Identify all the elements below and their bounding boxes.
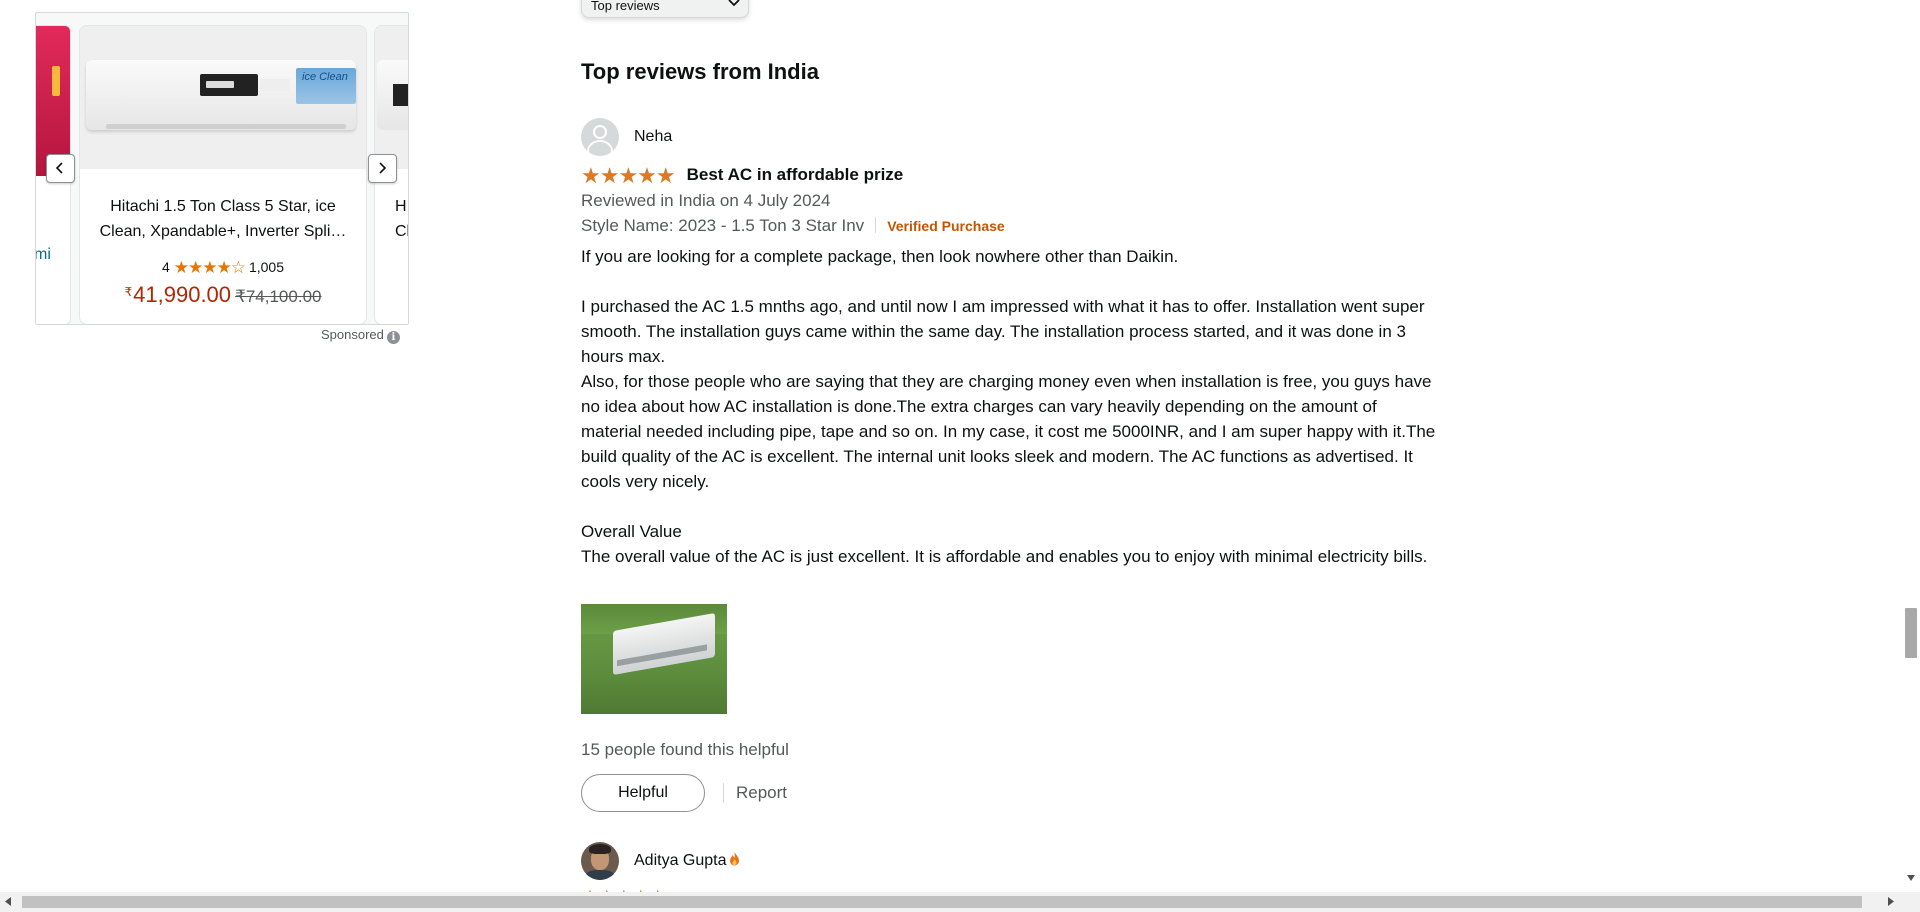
rating-value: 4: [161, 259, 170, 275]
review-title[interactable]: Best AC in affordable prize: [687, 165, 904, 184]
review-paragraph: Overall Value: [581, 522, 682, 541]
review-rating-line: ★★★★★ Best AC in affordable prize: [581, 163, 903, 189]
list-price: ₹74,100.00: [235, 287, 322, 306]
vertical-scrollbar[interactable]: [1902, 0, 1920, 892]
report-link[interactable]: Report: [736, 783, 787, 803]
product-rating[interactable]: 4 ★★★★☆ 1,005: [80, 258, 366, 278]
currency-symbol: ₹: [124, 285, 133, 299]
sort-selected-value: Top reviews: [591, 0, 660, 13]
product-title[interactable]: Hitachi 1.5 Ton Class 5 Star, ice Clean,…: [86, 194, 360, 244]
scroll-right-arrow-icon[interactable]: [1888, 897, 1894, 906]
flame-icon: [729, 852, 739, 866]
sponsored-text: Sponsored: [321, 327, 384, 342]
divider: [875, 217, 877, 233]
review-paragraph: Also, for those people who are saying th…: [581, 372, 1436, 491]
chevron-down-icon: [728, 0, 740, 7]
review-variant-info: Style Name: 2023 - 1.5 Ton 3 Star Inv Ver…: [581, 216, 1005, 236]
helpful-button[interactable]: Helpful: [581, 774, 705, 812]
scrollbar-thumb[interactable]: [1905, 608, 1917, 658]
product-price: ₹41,990.00 ₹74,100.00: [80, 282, 366, 308]
scroll-down-arrow-icon[interactable]: [1907, 875, 1915, 881]
info-icon[interactable]: i: [386, 331, 400, 344]
review-paragraph: If you are looking for a complete packag…: [581, 247, 1179, 266]
section-title: Top reviews from India: [581, 59, 819, 84]
product-image[interactable]: ice Clean: [80, 26, 366, 169]
carousel-frame: mi ice Clean Hitachi 1.5 Ton Class 5 Sta…: [35, 12, 409, 325]
avatar[interactable]: [581, 118, 619, 156]
scrollbar-thumb[interactable]: [22, 896, 1862, 908]
product-card[interactable]: ice Clean Hitachi 1.5 Ton Class 5 Star, …: [79, 25, 367, 324]
helpful-count: 15 people found this helpful: [581, 740, 789, 759]
sort-reviews-dropdown[interactable]: Top reviews: [581, 0, 749, 18]
carousel-next-button[interactable]: [368, 154, 397, 183]
review-paragraph: The overall value of the AC is just exce…: [581, 547, 1428, 566]
reviewer-name[interactable]: Neha: [634, 128, 672, 146]
next-title-line1: H: [395, 198, 407, 215]
chevron-left-icon: [55, 162, 63, 174]
scroll-left-arrow-icon[interactable]: [5, 897, 11, 906]
price-value: 41,990.00: [133, 282, 232, 307]
review-body: If you are looking for a complete packag…: [581, 244, 1441, 569]
style-name: Style Name: 2023 - 1.5 Ton 3 Star Inv: [581, 216, 865, 235]
ice-clean-badge: ice Clean: [296, 68, 356, 104]
review-image-thumbnail[interactable]: [581, 604, 727, 714]
reviewer-name-text: Aditya Gupta: [634, 852, 727, 869]
divider: [723, 783, 724, 803]
horizontal-scrollbar[interactable]: [0, 892, 1920, 912]
reviewer-name[interactable]: Aditya Gupta: [634, 852, 740, 870]
verified-purchase-badge[interactable]: Verified Purchase: [887, 218, 1005, 234]
review-date: Reviewed in India on 4 July 2024: [581, 191, 831, 210]
next-product-title-fragment: H Cle: [395, 194, 408, 244]
review-paragraph: I purchased the AC 1.5 mnths ago, and un…: [581, 297, 1425, 366]
avatar[interactable]: [581, 842, 619, 880]
star-rating-icon[interactable]: ★★★★★: [581, 163, 676, 189]
star-rating-icon: ★★★★☆: [173, 258, 246, 277]
sponsored-carousel: mi ice Clean Hitachi 1.5 Ton Class 5 Sta…: [35, 12, 409, 325]
ice-clean-badge-text: ice Clean: [302, 71, 348, 83]
ac-vent-graphic: [106, 124, 346, 129]
brand-label-graphic: [200, 74, 290, 96]
previous-product-title-fragment: mi: [36, 246, 51, 263]
next-product-label-graphic: [393, 84, 408, 106]
sponsored-label[interactable]: Sponsored i: [321, 327, 400, 344]
rating-count[interactable]: 1,005: [249, 259, 284, 275]
carousel-prev-button[interactable]: [46, 154, 75, 183]
current-price: ₹41,990.00: [125, 282, 232, 307]
next-title-line2: Cle: [395, 223, 408, 240]
chevron-right-icon: [379, 162, 387, 174]
